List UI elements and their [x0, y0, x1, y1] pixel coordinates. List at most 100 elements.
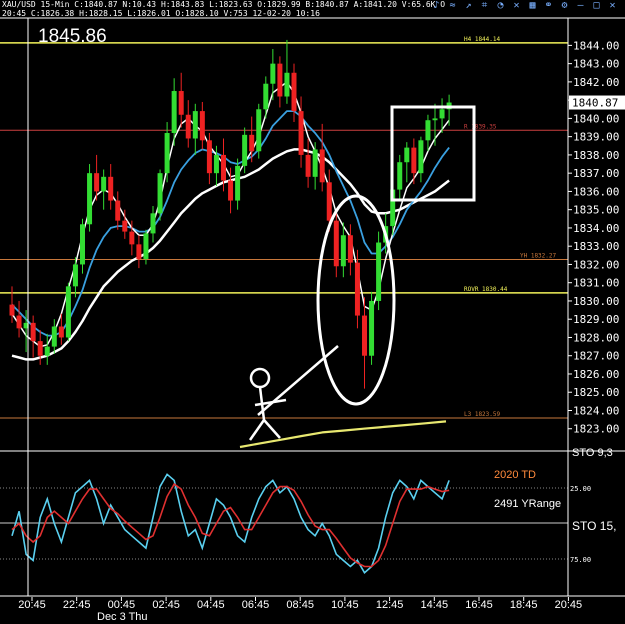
candle-down: [362, 315, 367, 356]
antenna-icon[interactable]: ≈: [446, 0, 459, 12]
candle-up: [65, 286, 71, 338]
x-date-label: Dec 3 Thu: [97, 611, 148, 623]
candle-up: [439, 109, 445, 119]
candle-up: [284, 72, 290, 97]
arrow-line: [257, 345, 339, 416]
candle-up: [171, 91, 177, 134]
td-label: 2020 TD: [494, 469, 536, 481]
sto-tick-label: 25.00: [570, 485, 591, 493]
sto-label-2: STO 15,: [572, 519, 616, 533]
x-tick-label: 22:45: [63, 599, 91, 611]
candle-down: [199, 111, 205, 141]
level-label: L3 1823.59: [464, 411, 501, 418]
x-tick-label: 14:45: [421, 599, 449, 611]
candle-down: [305, 154, 311, 177]
candle-up: [418, 140, 424, 174]
y-tick-label: 1832.00: [573, 258, 619, 271]
level-label: H4 1844.14: [464, 36, 501, 43]
y-tick-label: 1842.00: [573, 76, 619, 89]
stochastic-panel: 25.00 75.00 2020 TD 2491 YRange STO 9,3 STO 1…: [0, 447, 616, 574]
candle-up: [164, 133, 170, 174]
y-tick-label: 1825.00: [573, 386, 619, 399]
candle-up: [72, 264, 78, 287]
link-icon[interactable]: ⚭: [542, 0, 555, 12]
y-tick-label: 1834.00: [573, 222, 619, 235]
candle-down: [129, 231, 135, 245]
candle-up: [51, 326, 57, 347]
y-tick-label: 1826.00: [573, 368, 619, 381]
candle-down: [228, 180, 234, 201]
candle-up: [44, 346, 50, 356]
y-tick-label: 1830.00: [573, 295, 619, 308]
candles: [9, 39, 452, 389]
stick-figure-head: [249, 367, 271, 389]
candle-down: [115, 200, 121, 221]
x-tick-label: 10:45: [331, 599, 359, 611]
candle-down: [30, 322, 36, 342]
candle-down: [94, 173, 100, 192]
bell-icon[interactable]: ♪: [430, 0, 443, 12]
candle-up: [235, 165, 241, 201]
ma-mid-line: [11, 110, 450, 337]
y-tick-label: 1843.00: [573, 58, 619, 71]
candle-up: [256, 109, 262, 152]
yrange-label: 2491 YRange: [494, 498, 561, 510]
current-price-label: 1840.87: [572, 97, 618, 110]
candle-down: [9, 304, 15, 316]
x-tick-label: 02:45: [152, 599, 180, 611]
candle-down: [16, 315, 22, 329]
candle-down: [108, 176, 114, 201]
x-tick-label: 20:45: [18, 599, 46, 611]
y-tick-label: 1828.00: [573, 331, 619, 344]
candle-down: [411, 147, 417, 174]
candle-down: [206, 140, 212, 174]
y-tick-label: 1831.00: [573, 277, 619, 290]
candle-down: [354, 262, 360, 316]
x-tick-label: 08:45: [286, 599, 314, 611]
chart-icon[interactable]: ↗: [462, 0, 475, 12]
candle-up: [263, 83, 269, 110]
candle-up: [397, 162, 403, 190]
x-tick-label: 12:45: [376, 599, 404, 611]
candle-up: [87, 173, 93, 225]
close-icon[interactable]: ✕: [606, 0, 619, 12]
level-label: YH 1832.27: [520, 253, 557, 260]
candle-down: [185, 114, 191, 139]
y-tick-label: 1827.00: [573, 350, 619, 363]
quote-line-2: 20:45 C:1826.38 H:1828.15 L:1826.01 O:18…: [2, 9, 320, 18]
grid-icon[interactable]: ⌗: [478, 0, 491, 12]
y-tick-label: 1837.00: [573, 167, 619, 180]
candle-down: [58, 326, 64, 338]
candle-down: [291, 72, 297, 112]
candle-up: [101, 176, 107, 192]
maximize-icon[interactable]: □: [590, 0, 603, 12]
candle-up: [376, 242, 382, 301]
x-icon[interactable]: ✕: [510, 0, 523, 12]
quote-line-1: XAU/USD 15-Min C:1840.87 N:10.43 H:1843.…: [2, 0, 446, 9]
chart-canvas[interactable]: H4 1844.14 R 1839.35 YH 1832.27 ROVR 1830.4…: [0, 0, 625, 624]
drawn-annotations: [248, 105, 476, 441]
big-price: 1845.86: [38, 26, 107, 47]
x-tick-label: 18:45: [510, 599, 538, 611]
candle-up: [270, 63, 276, 84]
candle-up: [157, 173, 163, 214]
clock-icon[interactable]: ◔: [494, 0, 507, 12]
y-tick-label: 1836.00: [573, 185, 619, 198]
y-tick-label: 1824.00: [573, 404, 619, 417]
y-tick-label: 1838.00: [573, 149, 619, 162]
candle-up: [213, 154, 219, 174]
y-tick-label: 1839.00: [573, 131, 619, 144]
candle-up: [143, 233, 149, 259]
candle-down: [37, 341, 43, 356]
candle-down: [326, 182, 332, 221]
candle-down: [221, 154, 226, 181]
candle-down: [333, 220, 339, 267]
candle-up: [312, 149, 318, 177]
settings-icon[interactable]: ⚙: [558, 0, 571, 12]
sto-tick-label: 75.00: [570, 556, 591, 564]
candle-up: [242, 134, 248, 166]
candle-down: [319, 149, 325, 183]
layers-icon[interactable]: ▦: [526, 0, 539, 12]
candle-down: [298, 111, 304, 155]
minimize-icon[interactable]: –: [574, 0, 587, 12]
